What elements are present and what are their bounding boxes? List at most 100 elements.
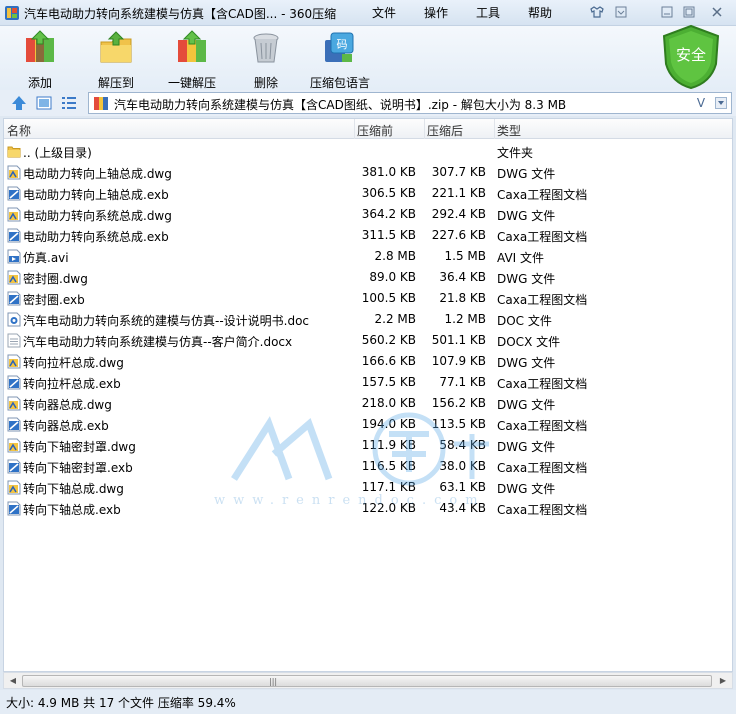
close-icon[interactable] (706, 3, 728, 21)
packed-size: 306.5 KB (361, 186, 416, 200)
file-type: DOC 文件 (497, 314, 552, 328)
file-name: 转向拉杆总成.dwg (23, 356, 124, 370)
file-type: DWG 文件 (497, 272, 556, 286)
extract-to-label: 解压到 (97, 76, 134, 90)
file-type: DWG 文件 (497, 356, 556, 370)
table-row[interactable]: 转向下轴密封罩.exb 116.5 KB 38.0 KB Caxa工程图文档 (4, 456, 732, 477)
table-row[interactable]: 转向器总成.dwg 218.0 KB 156.2 KB DWG 文件 (4, 393, 732, 414)
column-compressed[interactable]: 压缩后 (427, 122, 463, 139)
safe-shield-icon[interactable]: 安全 (660, 24, 722, 90)
file-name: 转向下轴密封罩.dwg (23, 440, 136, 454)
file-type: Caxa工程图文档 (497, 188, 588, 202)
scroll-thumb[interactable]: ||| (22, 675, 712, 687)
table-row[interactable]: 转向下轴总成.dwg 117.1 KB 63.1 KB DWG 文件 (4, 477, 732, 498)
packed-size: 194.0 KB (361, 417, 416, 431)
archive-language-button[interactable]: 码 压缩包语言 (306, 28, 374, 90)
compressed-size: 1.2 MB (444, 312, 486, 326)
file-type: Caxa工程图文档 (497, 419, 588, 433)
folder-icon (7, 144, 21, 159)
table-row[interactable]: 转向器总成.exb 194.0 KB 113.5 KB Caxa工程图文档 (4, 414, 732, 435)
menu-help[interactable]: 帮助 (528, 4, 552, 21)
skin-icon[interactable] (586, 3, 608, 21)
file-name: 密封圈.exb (23, 293, 85, 307)
table-row[interactable]: 电动助力转向系统总成.dwg 364.2 KB 292.4 KB DWG 文件 (4, 204, 732, 225)
doc-file-icon (7, 312, 21, 327)
packed-size: 2.2 MB (374, 312, 416, 326)
file-name: 汽车电动助力转向系统的建模与仿真--设计说明书.doc (23, 314, 310, 328)
file-list[interactable]: 名称 压缩前 压缩后 类型 .. (上级目录) 文件夹电动助力转向上轴总成.dwg… (3, 118, 733, 672)
address-bar[interactable]: 汽车电动助力转向系统建模与仿真【含CAD图纸、说明书】.zip - 解包大小为 … (88, 92, 732, 114)
packed-size: 117.1 KB (361, 480, 416, 494)
packed-size: 381.0 KB (361, 165, 416, 179)
table-row[interactable]: 转向下轴密封罩.dwg 111.9 KB 58.4 KB DWG 文件 (4, 435, 732, 456)
compressed-size: 156.2 KB (431, 396, 486, 410)
file-name: 电动助力转向上轴总成.exb (23, 188, 169, 202)
column-packed[interactable]: 压缩前 (357, 122, 393, 139)
table-row[interactable]: 汽车电动助力转向系统建模与仿真--客户简介.docx 560.2 KB 501.1 … (4, 330, 732, 351)
title-bar: 汽车电动助力转向系统建模与仿真【含CAD图... - 360压缩 文件 操作 工… (0, 0, 736, 26)
exb-file-icon (7, 417, 21, 432)
window-title: 汽车电动助力转向系统建模与仿真【含CAD图... - 360压缩 (24, 7, 337, 21)
dwg-file-icon (7, 438, 21, 453)
up-arrow-icon[interactable] (10, 94, 28, 112)
table-row[interactable]: 转向拉杆总成.dwg 166.6 KB 107.9 KB DWG 文件 (4, 351, 732, 372)
delete-button[interactable]: 删除 (232, 28, 300, 90)
compressed-size: 58.4 KB (439, 438, 486, 452)
compressed-size: 221.1 KB (431, 186, 486, 200)
file-type: Caxa工程图文档 (497, 503, 588, 517)
menu-tools[interactable]: 工具 (476, 4, 500, 21)
table-row[interactable]: 电动助力转向系统总成.exb 311.5 KB 227.6 KB Caxa工程图文档 (4, 225, 732, 246)
packed-size: 364.2 KB (361, 207, 416, 221)
horizontal-scrollbar[interactable]: ◀ ||| ▶ (3, 672, 733, 689)
table-row[interactable]: 电动助力转向上轴总成.exb 306.5 KB 221.1 KB Caxa工程图文档 (4, 183, 732, 204)
dwg-file-icon (7, 396, 21, 411)
file-type: Caxa工程图文档 (497, 461, 588, 475)
dwg-file-icon (7, 270, 21, 285)
packed-size: 218.0 KB (361, 396, 416, 410)
compressed-size: 43.4 KB (439, 501, 486, 515)
menu-dropdown-icon[interactable] (610, 3, 632, 21)
compressed-size: 38.0 KB (439, 459, 486, 473)
svg-text:码: 码 (337, 38, 348, 51)
table-row[interactable]: 密封圈.dwg 89.0 KB 36.4 KB DWG 文件 (4, 267, 732, 288)
file-name: 汽车电动助力转向系统建模与仿真--客户简介.docx (23, 335, 293, 349)
packed-size: 89.0 KB (369, 270, 416, 284)
table-row[interactable]: 电动助力转向上轴总成.dwg 381.0 KB 307.7 KB DWG 文件 (4, 162, 732, 183)
scroll-left-icon[interactable]: ◀ (6, 675, 20, 687)
dwg-file-icon (7, 480, 21, 495)
zip-archive-icon (94, 97, 108, 110)
table-row[interactable]: 密封圈.exb 100.5 KB 21.8 KB Caxa工程图文档 (4, 288, 732, 309)
file-name: 电动助力转向系统总成.exb (23, 230, 169, 244)
maximize-icon[interactable] (678, 3, 700, 21)
extract-to-button[interactable]: 解压到 (82, 28, 150, 90)
file-type: Caxa工程图文档 (497, 377, 588, 391)
file-name: 电动助力转向上轴总成.dwg (23, 167, 172, 181)
dwg-file-icon (7, 207, 21, 222)
menu-operation[interactable]: 操作 (424, 4, 448, 21)
table-row[interactable]: .. (上级目录) 文件夹 (4, 141, 732, 162)
packed-size: 311.5 KB (361, 228, 416, 242)
table-row[interactable]: 汽车电动助力转向系统的建模与仿真--设计说明书.doc 2.2 MB 1.2 MB D… (4, 309, 732, 330)
table-row[interactable]: 转向拉杆总成.exb 157.5 KB 77.1 KB Caxa工程图文档 (4, 372, 732, 393)
file-type: DWG 文件 (497, 398, 556, 412)
address-dropdown-button[interactable]: V (693, 94, 709, 112)
thumbnail-view-icon[interactable] (35, 94, 53, 112)
add-button[interactable]: 添加 (6, 28, 74, 90)
chevron-down-icon[interactable] (713, 94, 729, 112)
one-click-extract-icon (178, 30, 206, 62)
minimize-icon[interactable] (656, 3, 678, 21)
scroll-right-icon[interactable]: ▶ (716, 675, 730, 687)
column-name[interactable]: 名称 (7, 122, 31, 139)
docx-file-icon (7, 333, 21, 348)
file-name: 转向下轴总成.dwg (23, 482, 124, 496)
menu-file[interactable]: 文件 (372, 4, 396, 21)
file-name: 仿真.avi (23, 251, 69, 265)
one-click-extract-button[interactable]: 一键解压 (158, 28, 226, 90)
table-row[interactable]: 仿真.avi 2.8 MB 1.5 MB AVI 文件 (4, 246, 732, 267)
list-view-icon[interactable] (60, 94, 78, 112)
list-header: 名称 压缩前 压缩后 类型 (4, 119, 732, 139)
status-bar: 大小: 4.9 MB 共 17 个文件 压缩率 59.4% (0, 690, 736, 714)
packed-size: 111.9 KB (361, 438, 416, 452)
table-row[interactable]: 转向下轴总成.exb 122.0 KB 43.4 KB Caxa工程图文档 (4, 498, 732, 519)
column-type[interactable]: 类型 (497, 122, 521, 139)
